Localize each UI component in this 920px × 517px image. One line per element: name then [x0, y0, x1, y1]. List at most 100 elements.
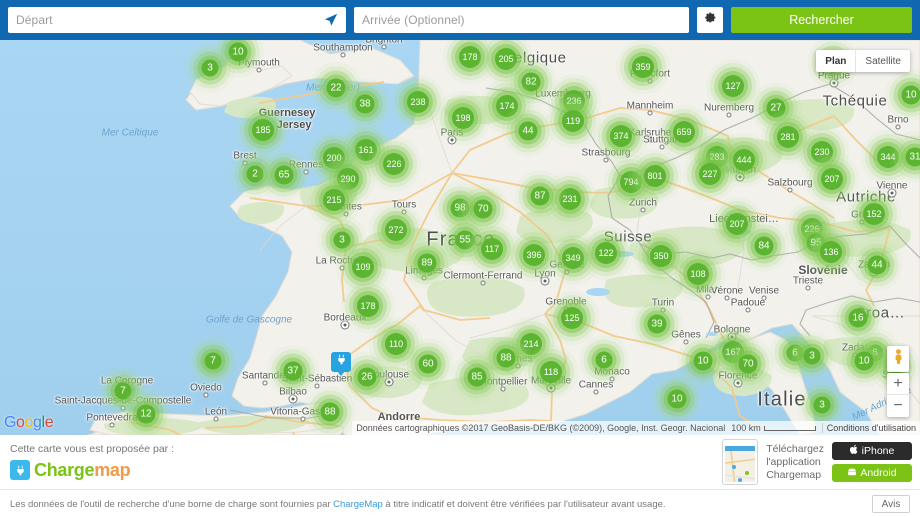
navigation-arrow-icon[interactable] — [324, 13, 338, 27]
map-cluster-marker[interactable]: 37 — [283, 361, 303, 381]
map-cluster-marker[interactable]: 55 — [455, 230, 475, 250]
charging-station-marker[interactable] — [331, 352, 351, 376]
map-type-control[interactable]: Plan Satellite — [816, 50, 910, 72]
arrival-input[interactable]: Arrivée (Optionnel) — [354, 7, 689, 33]
map-cluster-marker[interactable]: 231 — [559, 188, 581, 210]
map-cluster-marker[interactable]: 27 — [766, 98, 786, 118]
map-cluster-marker[interactable]: 801 — [644, 165, 666, 187]
map-cluster-marker[interactable]: 7 — [204, 352, 222, 370]
map-cluster-marker[interactable]: 359 — [632, 56, 654, 78]
map-cluster-marker[interactable]: 98 — [450, 198, 470, 218]
map-cluster-marker[interactable]: 227 — [699, 163, 721, 185]
map-cluster-marker[interactable]: 185 — [252, 119, 274, 141]
map-cluster-marker[interactable]: 161 — [355, 139, 377, 161]
map-cluster-marker[interactable]: 6 — [786, 344, 804, 362]
chargemap-logo[interactable]: Chargemap — [10, 460, 131, 480]
map-cluster-marker[interactable]: 3 — [201, 59, 219, 77]
map-cluster-marker[interactable]: 349 — [562, 247, 584, 269]
map-cluster-marker[interactable]: 238 — [407, 91, 429, 113]
maptype-option-plan[interactable]: Plan — [816, 50, 855, 72]
map-cluster-marker[interactable]: 178 — [459, 46, 481, 68]
map-cluster-marker[interactable]: 174 — [496, 95, 518, 117]
map-cluster-marker[interactable]: 3 — [813, 396, 831, 414]
map-cluster-marker[interactable]: 117 — [481, 238, 503, 260]
map-cluster-marker[interactable]: 236 — [563, 90, 585, 112]
map-cluster-marker[interactable]: 44 — [518, 121, 538, 141]
map-cluster-marker[interactable]: 89 — [417, 253, 437, 273]
map-cluster-marker[interactable]: 290 — [337, 168, 359, 190]
map-cluster-marker[interactable]: 109 — [352, 256, 374, 278]
map-cluster-marker[interactable]: 44 — [867, 255, 887, 275]
map-cluster-marker[interactable]: 272 — [385, 219, 407, 241]
map-cluster-marker[interactable]: 207 — [821, 168, 843, 190]
map-cluster-marker[interactable]: 226 — [383, 153, 405, 175]
map-viewport[interactable]: Mer Celtique Mer (…mer) Golfe de Gascogn… — [0, 40, 920, 435]
map-cluster-marker[interactable]: 396 — [523, 244, 545, 266]
settings-button[interactable] — [697, 7, 723, 33]
map-cluster-marker[interactable]: 39 — [647, 314, 667, 334]
map-cluster-marker[interactable]: 344 — [877, 146, 899, 168]
map-cluster-marker[interactable]: 122 — [595, 242, 617, 264]
map-cluster-marker[interactable]: 2 — [246, 165, 264, 183]
zoom-in-button[interactable]: + — [887, 373, 909, 395]
map-cluster-marker[interactable]: 82 — [521, 72, 541, 92]
map-cluster-marker[interactable]: 108 — [687, 263, 709, 285]
map-cluster-marker[interactable]: 215 — [323, 189, 345, 211]
map-cluster-marker[interactable]: 794 — [620, 171, 642, 193]
map-cluster-marker[interactable]: 118 — [540, 361, 562, 383]
map-cluster-marker[interactable]: 281 — [777, 126, 799, 148]
map-cluster-marker[interactable]: 85 — [467, 367, 487, 387]
map-cluster-marker[interactable]: 119 — [562, 110, 584, 132]
zoom-out-button[interactable]: − — [887, 395, 909, 417]
map-cluster-marker[interactable]: 152 — [863, 203, 885, 225]
map-cluster-marker[interactable]: 22 — [326, 78, 346, 98]
map-cluster-marker[interactable]: 659 — [673, 121, 695, 143]
map-cluster-marker[interactable]: 6 — [595, 351, 613, 369]
map-cluster-marker[interactable]: 444 — [733, 149, 755, 171]
map-cluster-marker[interactable]: 125 — [561, 307, 583, 329]
map-cluster-marker[interactable]: 88 — [496, 348, 516, 368]
maptype-option-satellite[interactable]: Satellite — [855, 50, 910, 72]
map-cluster-marker[interactable]: 198 — [452, 107, 474, 129]
map-cluster-marker[interactable]: 70 — [738, 354, 758, 374]
map-cluster-marker[interactable]: 127 — [722, 75, 744, 97]
map-cluster-marker[interactable]: 205 — [495, 48, 517, 70]
map-cluster-marker[interactable]: 207 — [726, 213, 748, 235]
map-cluster-marker[interactable]: 374 — [610, 125, 632, 147]
map-cluster-marker[interactable]: 10 — [228, 42, 248, 62]
map-cluster-marker[interactable]: 10 — [667, 389, 687, 409]
download-android-button[interactable]: Android — [832, 464, 912, 482]
map-cluster-marker[interactable]: 10 — [693, 351, 713, 371]
map-cluster-marker[interactable]: 12 — [136, 404, 156, 424]
map-cluster-marker[interactable]: 87 — [530, 186, 550, 206]
map-cluster-marker[interactable]: 136 — [820, 241, 842, 263]
map-cluster-marker[interactable]: 84 — [754, 236, 774, 256]
avis-button[interactable]: Avis — [872, 495, 910, 513]
map-cluster-marker[interactable]: 60 — [418, 354, 438, 374]
chargemap-link[interactable]: ChargeMap — [333, 499, 383, 510]
map-cluster-marker[interactable]: 65 — [274, 165, 294, 185]
map-cluster-marker[interactable]: 200 — [323, 147, 345, 169]
map-cluster-marker[interactable]: 7 — [114, 382, 132, 400]
map-cluster-marker[interactable]: 88 — [320, 402, 340, 422]
map-cluster-marker[interactable]: 70 — [473, 199, 493, 219]
map-cluster-marker[interactable]: 38 — [355, 94, 375, 114]
map-cluster-marker[interactable]: 3 — [333, 231, 351, 249]
map-cluster-marker[interactable]: 3 — [803, 347, 821, 365]
search-button[interactable]: Rechercher — [731, 7, 912, 33]
map-cluster-marker[interactable]: 10 — [854, 351, 874, 371]
map-zoom-control[interactable]: + − — [887, 373, 909, 417]
map-cluster-marker[interactable]: 230 — [811, 141, 833, 163]
departure-input[interactable]: Départ — [8, 7, 346, 33]
map-cluster-marker[interactable]: 31 — [905, 147, 920, 167]
map-cluster-marker[interactable]: 10 — [901, 85, 920, 105]
map-cluster-marker[interactable]: 110 — [385, 333, 407, 355]
chargemap-word-charge: Charge — [34, 460, 95, 480]
street-view-pegman-control[interactable] — [887, 346, 909, 372]
download-iphone-button[interactable]: iPhone — [832, 442, 912, 460]
map-cluster-marker[interactable]: 214 — [520, 333, 542, 355]
map-cluster-marker[interactable]: 178 — [357, 295, 379, 317]
map-cluster-marker[interactable]: 350 — [650, 245, 672, 267]
map-cluster-marker[interactable]: 16 — [848, 308, 868, 328]
map-cluster-marker[interactable]: 26 — [357, 367, 377, 387]
